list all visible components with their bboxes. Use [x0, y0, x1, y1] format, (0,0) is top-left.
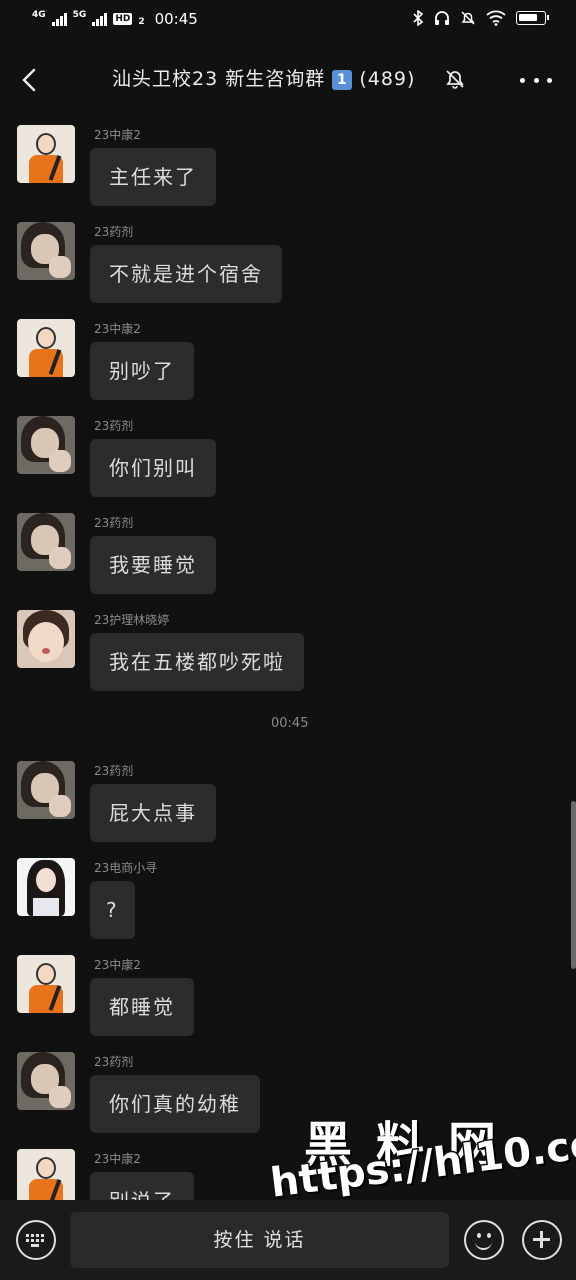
message-bubble[interactable]: 我在五楼都吵死啦 — [90, 633, 304, 691]
message-bubble[interactable]: 别吵了 — [90, 342, 194, 400]
sender-name: 23中康2 — [94, 128, 141, 142]
chat-header: 汕头卫校23 新生咨询群 1 (489) — [0, 44, 576, 116]
status-right — [412, 10, 549, 26]
sender-avatar[interactable] — [17, 222, 75, 280]
input-bar: 按住 说话 — [0, 1200, 576, 1280]
message-bubble[interactable]: 我要睡觉 — [90, 536, 216, 594]
message-bubble[interactable]: 别说了 — [90, 1172, 194, 1200]
sender-name: 23中康2 — [94, 322, 141, 336]
scrollbar[interactable] — [571, 801, 576, 969]
group-number-badge: 1 — [332, 69, 353, 90]
back-arrow-icon[interactable] — [14, 62, 50, 98]
sender-name: 23中康2 — [94, 1152, 141, 1166]
sender-avatar[interactable] — [17, 513, 75, 571]
sender-avatar[interactable] — [17, 1149, 75, 1200]
sender-avatar[interactable] — [17, 610, 75, 668]
keyboard-icon — [26, 1234, 45, 1247]
status-bar: 4G 5G HD 2 00:45 — [0, 0, 576, 44]
chat-title: 汕头卫校23 新生咨询群 1 (489) — [112, 64, 415, 91]
sender-avatar[interactable] — [17, 761, 75, 819]
sender-name: 23中康2 — [94, 958, 141, 972]
hd-sub-label: 2 — [138, 16, 145, 27]
sender-name: 23药剂 — [94, 419, 134, 433]
message-bubble[interactable]: 主任来了 — [90, 148, 216, 206]
network-5g-label: 5G — [72, 9, 87, 20]
group-name: 汕头卫校23 新生咨询群 — [112, 68, 326, 90]
more-options-button[interactable] — [520, 66, 552, 94]
emoji-icon — [477, 1233, 481, 1238]
sender-avatar[interactable] — [17, 858, 75, 916]
sender-avatar[interactable] — [17, 416, 75, 474]
message-bubble[interactable]: 屁大点事 — [90, 784, 216, 842]
message-bubble[interactable]: 不就是进个宿舍 — [90, 245, 282, 303]
message-bubble[interactable]: ? — [90, 881, 135, 939]
emoji-icon-eye — [487, 1233, 491, 1238]
bluetooth-icon — [413, 10, 424, 26]
keyboard-toggle-button[interactable] — [16, 1220, 56, 1260]
signal-icon-2 — [92, 12, 108, 26]
sender-avatar[interactable] — [17, 319, 75, 377]
add-attachment-button[interactable] — [522, 1220, 562, 1260]
time-divider-label: 00:45 — [271, 716, 309, 731]
message-bubble[interactable]: 都睡觉 — [90, 978, 194, 1036]
sender-avatar[interactable] — [17, 125, 75, 183]
message-list[interactable]: 23中康2 主任来了 23药剂 不就是进个宿舍 23中康2 别吵了 23药剂 你… — [0, 116, 576, 1200]
member-count: (489) — [359, 68, 416, 90]
sender-name: 23护理林晓婷 — [94, 613, 170, 627]
status-time: 00:45 — [154, 10, 198, 28]
hold-to-talk-button[interactable]: 按住 说话 — [70, 1212, 449, 1268]
sender-name: 23药剂 — [94, 1055, 134, 1069]
battery-icon — [516, 11, 549, 25]
status-left: 4G 5G HD 2 00:45 — [32, 10, 198, 28]
sender-avatar[interactable] — [17, 955, 75, 1013]
signal-icon — [51, 12, 67, 26]
wifi-icon — [486, 10, 506, 26]
network-4g-label: 4G — [32, 9, 46, 20]
mute-notifications-icon — [446, 70, 464, 89]
sender-avatar[interactable] — [17, 1052, 75, 1110]
headphone-icon — [435, 11, 449, 25]
sender-name: 23电商小寻 — [94, 861, 158, 875]
message-bubble[interactable]: 你们别叫 — [90, 439, 216, 497]
sender-name: 23药剂 — [94, 225, 134, 239]
emoji-icon-smile — [475, 1241, 492, 1250]
emoji-button[interactable] — [464, 1220, 504, 1260]
silent-bell-icon — [461, 11, 475, 25]
sender-name: 23药剂 — [94, 764, 134, 778]
message-bubble[interactable]: 你们真的幼稚 — [90, 1075, 260, 1133]
sender-name: 23药剂 — [94, 516, 134, 530]
hd-badge: HD — [113, 13, 133, 25]
